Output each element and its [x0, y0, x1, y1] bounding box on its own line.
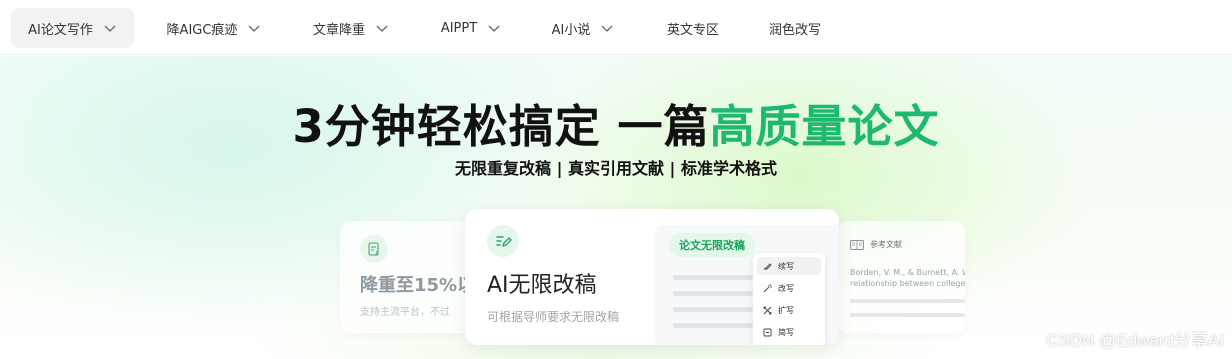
feature-card-subtitle: 可根据导师要求无限改稿: [487, 310, 620, 324]
feature-card-title: 降重至15%以: [360, 275, 475, 296]
hero-title-main: 3分钟轻松搞定 一篇: [292, 100, 710, 153]
top-nav: AI论文写作 降AIGC痕迹 文章降重 AIPPT AI小说 英文专区 润色改写: [0, 0, 1232, 55]
expand-icon: [763, 306, 772, 315]
nav-item-label: 润色改写: [768, 22, 821, 38]
nav-item-label: 降AIGC痕迹: [166, 22, 238, 38]
placeholder-line: [673, 291, 753, 296]
hero-section: 3分钟轻松搞定 一篇高质量论文 无限重复改稿 | 真实引用文献 | 标准学术格式…: [0, 56, 1232, 359]
rewrite-menu: 续写 改写 扩写 简写: [753, 253, 825, 345]
nav-item-label: AI论文写作: [28, 22, 93, 38]
feature-card-reduce[interactable]: 降重至15%以 支持主流平台，不过: [340, 221, 475, 333]
nav-item-ai-novel[interactable]: AI小说: [538, 8, 628, 48]
hero-title: 3分钟轻松搞定 一篇高质量论文: [0, 90, 1232, 155]
menu-item-label: 简写: [778, 327, 794, 337]
simplify-icon: [763, 328, 772, 337]
placeholder-line: [673, 275, 753, 280]
menu-item-label: 续写: [778, 261, 794, 271]
panel-tag: 论文无限改稿: [669, 233, 755, 257]
nav-item-label: 英文专区: [666, 22, 719, 38]
chevron-down-icon: [375, 21, 389, 35]
references-heading: 参考文献: [850, 239, 902, 250]
nav-item-label: AIPPT: [440, 20, 478, 36]
reference-line-1: Borden, V. M., & Burnett, A. W.: [850, 268, 965, 277]
nav-item-reduce-aigc[interactable]: 降AIGC痕迹: [152, 8, 276, 48]
continue-write-icon: [763, 262, 772, 271]
chevron-down-icon: [487, 21, 501, 35]
feature-card-references[interactable]: 参考文献 Borden, V. M., & Burnett, A. W. rel…: [838, 221, 965, 333]
menu-item-label: 扩写: [778, 305, 794, 315]
placeholder-line: [673, 323, 753, 328]
menu-item-continue[interactable]: 续写: [757, 257, 821, 275]
book-icon: [850, 239, 864, 250]
magic-wand-icon: [763, 283, 772, 293]
feature-card-subtitle: 支持主流平台，不过: [360, 307, 450, 318]
nav-item-polish-rewrite[interactable]: 润色改写: [756, 8, 834, 48]
reference-line-2: relationship between college ...: [850, 279, 965, 288]
placeholder-line: [850, 313, 965, 317]
nav-item-label: AI小说: [551, 22, 591, 38]
nav-item-aippt[interactable]: AIPPT: [428, 8, 514, 48]
nav-item-english-zone[interactable]: 英文专区: [654, 8, 732, 48]
menu-item-expand[interactable]: 扩写: [757, 301, 821, 319]
document-edit-icon: [360, 235, 388, 263]
feature-card-title: AI无限改稿: [487, 273, 597, 298]
placeholder-line: [850, 299, 965, 303]
hero-title-highlight: 高质量论文: [709, 100, 940, 153]
placeholder-line: [673, 307, 753, 312]
nav-item-label: 文章降重: [312, 22, 365, 38]
hero-subtitle: 无限重复改稿 | 真实引用文献 | 标准学术格式: [455, 159, 777, 178]
editor-preview-panel: 论文无限改稿 续写 改写 扩写 简写: [655, 225, 839, 345]
chevron-down-icon: [103, 21, 117, 35]
watermark: CSDN @Edward分享AI: [1046, 331, 1224, 350]
references-heading-label: 参考文献: [870, 240, 902, 249]
nav-item-article-rewrite[interactable]: 文章降重: [298, 8, 404, 48]
chevron-down-icon: [600, 21, 614, 35]
chevron-down-icon: [247, 21, 261, 35]
nav-item-ai-paper-writing[interactable]: AI论文写作: [11, 8, 134, 48]
feature-card-unlimited-revision[interactable]: AI无限改稿 可根据导师要求无限改稿 论文无限改稿 续写 改写 扩写 简写: [465, 209, 839, 345]
menu-item-rewrite[interactable]: 改写: [757, 279, 821, 297]
menu-item-label: 改写: [778, 283, 794, 293]
menu-item-simplify[interactable]: 简写: [757, 323, 821, 341]
pen-list-icon: [487, 225, 519, 257]
